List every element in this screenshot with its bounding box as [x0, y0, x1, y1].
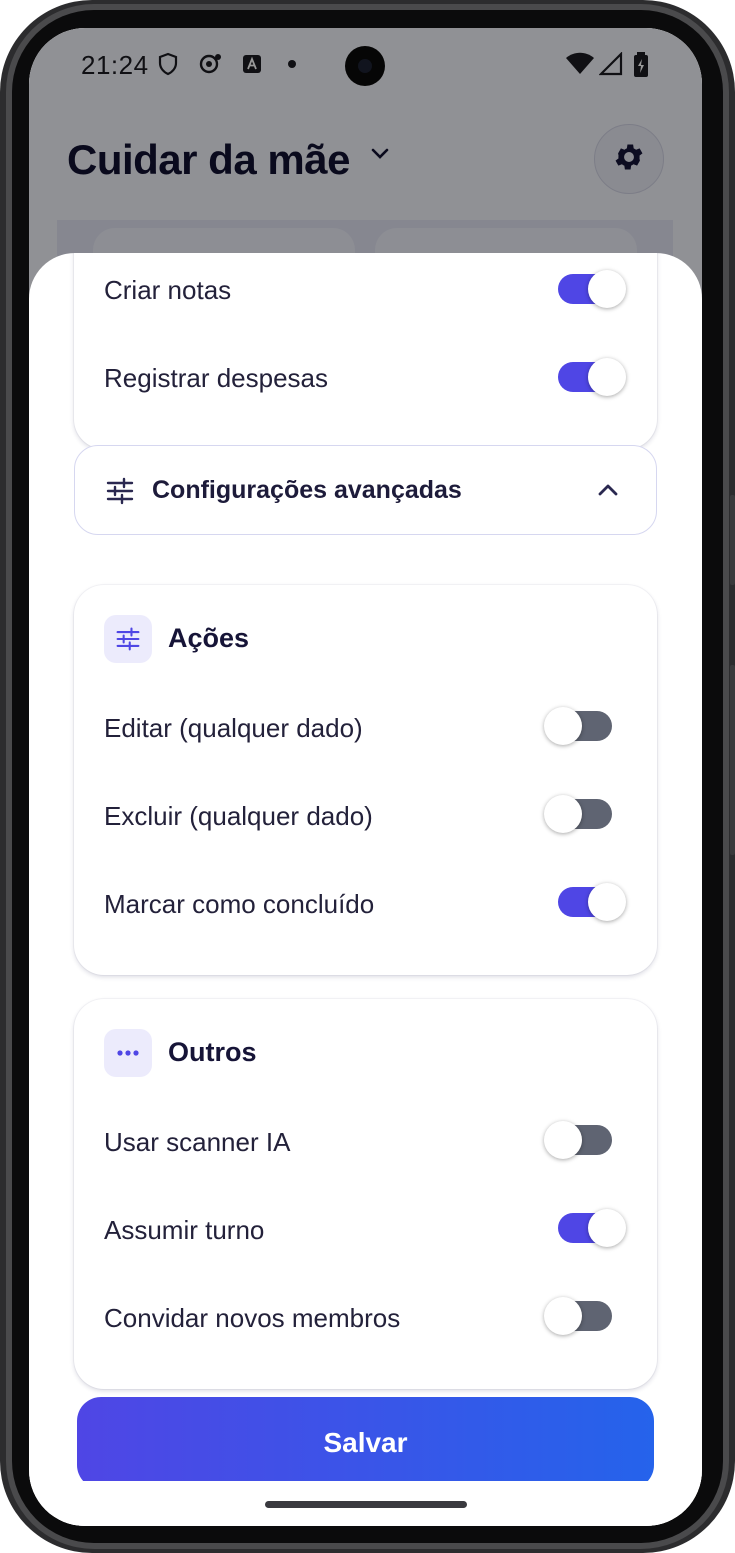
- toggle-marcar-concluido[interactable]: [558, 883, 626, 921]
- volume-button: [730, 665, 735, 855]
- toggle-convidar-membros[interactable]: [544, 1297, 612, 1335]
- toggle-scanner-ia[interactable]: [544, 1121, 612, 1159]
- save-button[interactable]: Salvar: [77, 1397, 654, 1489]
- permission-label: Marcar como concluído: [104, 889, 375, 919]
- outros-card: Outros Usar scanner IA Assumir turno Con…: [74, 999, 657, 1389]
- toggle-assumir-turno[interactable]: [558, 1209, 626, 1247]
- advanced-settings-toggle[interactable]: Configurações avançadas: [74, 445, 657, 535]
- home-indicator[interactable]: [265, 1501, 467, 1508]
- sliders-icon: [105, 476, 135, 506]
- permission-label: Usar scanner IA: [104, 1127, 291, 1157]
- permission-label: Registrar despesas: [104, 363, 328, 393]
- power-button: [730, 495, 735, 585]
- acoes-card: Ações Editar (qualquer dado) Excluir (qu…: [74, 585, 657, 975]
- acoes-title: Ações: [168, 623, 250, 653]
- toggle-editar[interactable]: [544, 707, 612, 745]
- toggle-excluir[interactable]: [544, 795, 612, 833]
- permission-label: Criar notas: [104, 275, 232, 305]
- permission-label: Editar (qualquer dado): [104, 713, 363, 743]
- permissions-card: Criar notas Registrar despesas: [74, 253, 657, 449]
- permissions-bottom-sheet: Criar notas Registrar despesas Configura…: [29, 253, 702, 1526]
- toggle-criar-notas[interactable]: [558, 270, 626, 308]
- more-dots-icon: [104, 1029, 152, 1077]
- chevron-up-icon: [594, 476, 622, 504]
- advanced-settings-label: Configurações avançadas: [152, 476, 462, 504]
- outros-title: Outros: [168, 1037, 257, 1067]
- toggle-registrar-despesas[interactable]: [558, 358, 626, 396]
- permission-label: Assumir turno: [104, 1215, 265, 1245]
- permission-label: Excluir (qualquer dado): [104, 801, 373, 831]
- screen: 21:24 Cuidar da mãe Criar notas Registra…: [29, 28, 702, 1526]
- permission-label: Convidar novos membros: [104, 1303, 401, 1333]
- sliders-icon: [104, 615, 152, 663]
